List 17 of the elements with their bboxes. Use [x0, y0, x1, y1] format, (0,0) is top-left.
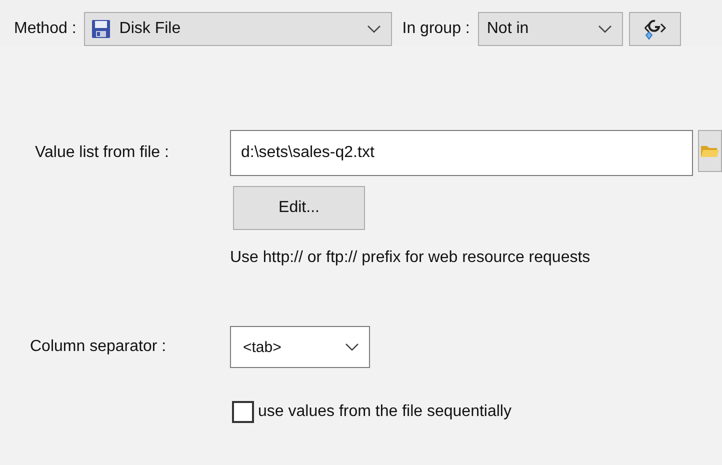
folder-icon — [700, 143, 720, 159]
group-dropdown[interactable]: Not in — [478, 12, 623, 46]
sequential-checkbox[interactable] — [232, 401, 254, 423]
method-label: Method : — [14, 20, 76, 38]
chevron-down-icon — [598, 25, 612, 33]
chevron-down-icon — [367, 25, 382, 33]
sequential-label: use values from the file sequentially — [258, 403, 512, 421]
value-list-label: Value list from file : — [34, 143, 170, 163]
separator-dropdown[interactable]: <tab> — [230, 326, 370, 368]
file-path-field[interactable]: d:\sets\sales-q2.txt — [230, 130, 693, 176]
edit-button[interactable]: Edit... — [233, 186, 365, 230]
group-options-button[interactable] — [628, 12, 681, 46]
in-group-label: In group : — [402, 20, 470, 38]
chevron-down-icon — [345, 343, 359, 351]
method-dropdown[interactable]: Disk File — [84, 12, 392, 46]
column-separator-label: Column separator : — [29, 338, 168, 356]
hint-text: Use http:// or ftp:// prefix for web resource requests — [230, 248, 592, 268]
